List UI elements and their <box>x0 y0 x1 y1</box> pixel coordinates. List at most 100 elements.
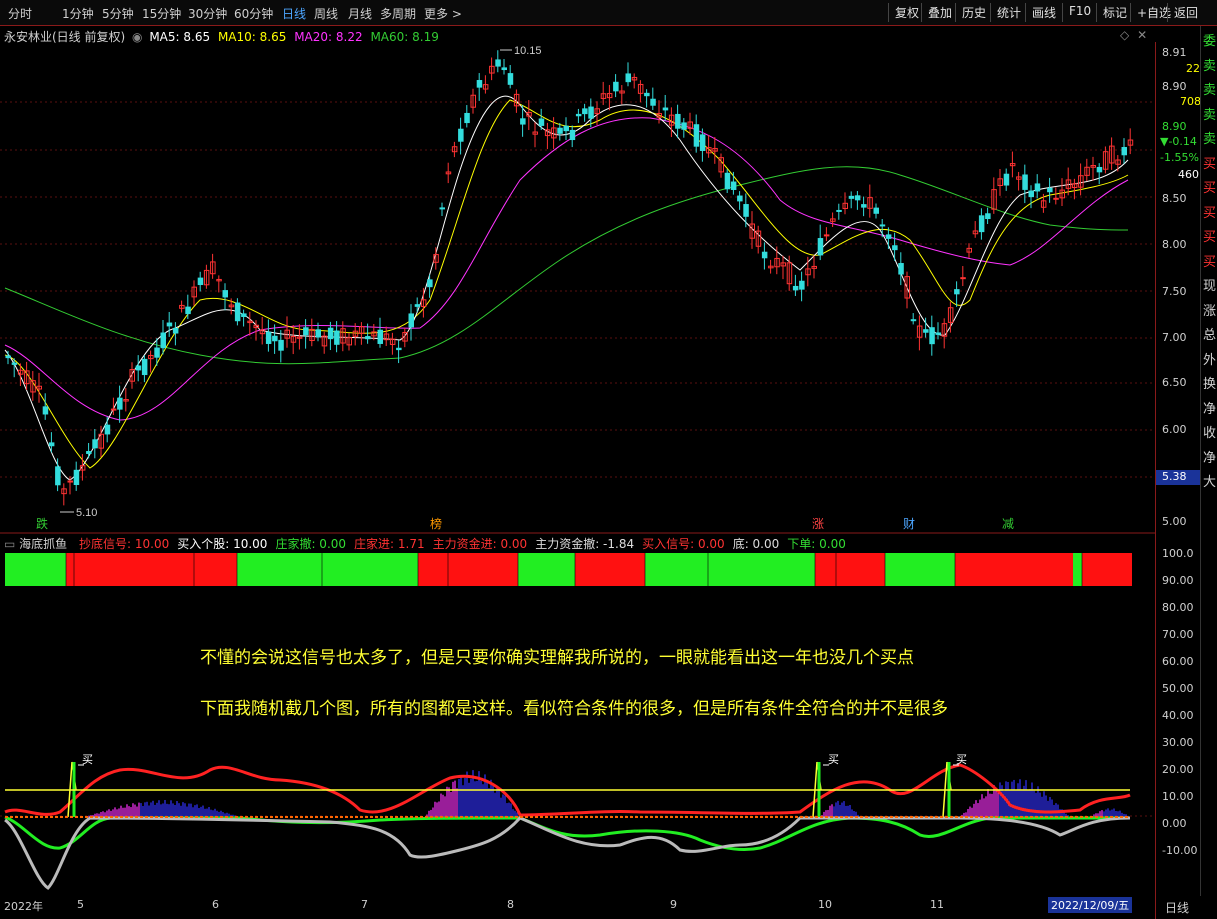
period-tab-60min[interactable]: 60分钟 <box>234 5 273 22</box>
candle-body <box>954 289 960 295</box>
indicator-value-4: 主力资金进: 0.00 <box>432 537 528 551</box>
period-tab-1min[interactable]: 1分钟 <box>62 5 94 22</box>
annotation-line-1: 不懂的会说这信号也太多了，但是只要你确实理解我所说的，一眼就能看出这一年也没几个… <box>200 648 914 668</box>
indicator-expand-icon[interactable]: ▭ <box>4 537 15 551</box>
candle-body <box>303 327 309 336</box>
date-month-9: 9 <box>670 898 677 911</box>
overlay-button[interactable]: 叠加 <box>921 3 958 22</box>
period-tab-30min[interactable]: 30分钟 <box>188 5 227 22</box>
candle-body <box>662 107 669 111</box>
quote-label: 净 <box>1203 401 1217 417</box>
indicator-axis-label: 20.00 <box>1162 763 1194 776</box>
candle-body <box>365 336 371 340</box>
period-tab-more[interactable]: 更多 > <box>424 5 462 22</box>
indicator-axis-label: 70.00 <box>1162 628 1194 641</box>
candle-body <box>588 106 594 119</box>
diamond-icon[interactable]: ◇ <box>1120 28 1129 42</box>
period-indicator[interactable]: 日线 <box>1155 896 1200 919</box>
candle-body <box>427 279 433 288</box>
candle-body <box>1003 173 1010 186</box>
candle-body <box>892 245 898 251</box>
quote-label: 换 <box>1203 377 1217 392</box>
candle-body <box>613 81 619 92</box>
price-axis: 8.91 22 8.90 708 8.90 ▼-0.14 -1.55% 460 … <box>1155 42 1201 896</box>
quote-label: 大 <box>1203 475 1217 490</box>
quote-label: 收 <box>1203 426 1217 441</box>
candle-body <box>792 285 799 291</box>
candle-body <box>960 277 966 280</box>
signal-segment <box>237 553 322 586</box>
current-price-badge: 5.38 <box>1156 470 1201 485</box>
candle-body <box>724 172 731 190</box>
event-mark-drop[interactable]: 跌 <box>36 516 48 531</box>
annotation-line-2: 下面我随机截几个图，所有的图都是这样。看似符合条件的很多，但是所有条件全符合的并… <box>200 699 948 719</box>
axis-label-change: ▼-0.14 <box>1160 135 1197 148</box>
candle-body <box>854 195 861 201</box>
candlesticks <box>5 50 1134 506</box>
candle-body <box>241 313 247 317</box>
candle-body <box>5 355 11 359</box>
candle-body <box>743 204 749 217</box>
candle-body <box>582 108 588 115</box>
candle-body <box>104 424 111 435</box>
gray-signal-line <box>4 816 1131 890</box>
indicator-value-2: 庄家撤: 0.00 <box>275 537 347 551</box>
candle-body <box>848 195 855 199</box>
close-icon[interactable]: ✕ <box>1137 28 1147 42</box>
candle-body <box>935 332 941 335</box>
candle-body <box>699 134 706 151</box>
candle-body <box>1121 147 1127 156</box>
period-tab-daily[interactable]: 日线 <box>282 5 306 22</box>
event-mark-reduce[interactable]: 减 <box>1002 517 1014 531</box>
event-mark-rise[interactable]: 涨 <box>812 516 824 531</box>
period-tab-15min[interactable]: 15分钟 <box>142 5 181 22</box>
f10-button[interactable]: F10 <box>1062 3 1097 22</box>
period-tab-5min[interactable]: 5分钟 <box>102 5 134 22</box>
draw-line-button[interactable]: 画线 <box>1025 3 1062 22</box>
candle-body <box>42 406 49 415</box>
candle-body <box>644 92 650 97</box>
candle-body <box>377 329 383 344</box>
quote-label: 卖 <box>1203 107 1217 123</box>
back-button[interactable]: 返回 <box>1167 3 1204 22</box>
candle-body <box>761 251 768 259</box>
candle-body <box>67 480 73 483</box>
axis-label-800: 8.00 <box>1162 238 1187 251</box>
candle-body <box>439 207 445 210</box>
quote-label: 卖 <box>1203 132 1217 147</box>
axis-label-890b: 8.90 <box>1162 120 1187 133</box>
candle-body <box>396 347 402 351</box>
period-tab-multi[interactable]: 多周期 <box>380 5 416 22</box>
candle-body <box>650 98 656 106</box>
signal-segment <box>1082 553 1088 586</box>
period-tab-weekly[interactable]: 周线 <box>314 5 338 22</box>
candle-body <box>737 195 743 202</box>
quote-label: 总 <box>1203 328 1217 343</box>
current-date-badge: 2022/12/09/五 <box>1048 897 1133 913</box>
history-button[interactable]: 历史 <box>955 3 992 22</box>
quote-label: 买 <box>1203 230 1217 245</box>
date-axis: 2022年 5 6 7 8 9 10 11 2022/12/09/五 <box>0 896 1155 919</box>
signal-segment <box>1088 553 1132 586</box>
statistics-button[interactable]: 统计 <box>990 3 1027 22</box>
candle-body <box>898 263 904 275</box>
candle-body <box>681 122 687 130</box>
axis-label-vol1: 22 <box>1186 62 1200 75</box>
quote-label: 卖 <box>1203 58 1217 74</box>
mark-button[interactable]: 标记 <box>1096 3 1133 22</box>
restore-right-button[interactable]: 复权 <box>888 3 925 22</box>
price-grid <box>0 101 1155 478</box>
indicator-name[interactable]: 海底抓鱼 <box>19 537 67 551</box>
candle-body <box>92 439 98 449</box>
indicator-axis-label: 0.00 <box>1162 817 1187 830</box>
period-tab-monthly[interactable]: 月线 <box>348 5 372 22</box>
candle-body <box>408 313 414 328</box>
candle-body <box>507 73 514 85</box>
event-mark-ranking[interactable]: 榜 <box>430 516 442 531</box>
axis-label-890a: 8.90 <box>1162 80 1187 93</box>
ma5-line <box>4 95 1129 481</box>
period-tab-fenshi[interactable]: 分时 <box>8 5 32 22</box>
indicator-axis-label: 80.00 <box>1162 601 1194 614</box>
event-mark-finance[interactable]: 财 <box>903 517 915 531</box>
signal-segment <box>322 553 418 586</box>
